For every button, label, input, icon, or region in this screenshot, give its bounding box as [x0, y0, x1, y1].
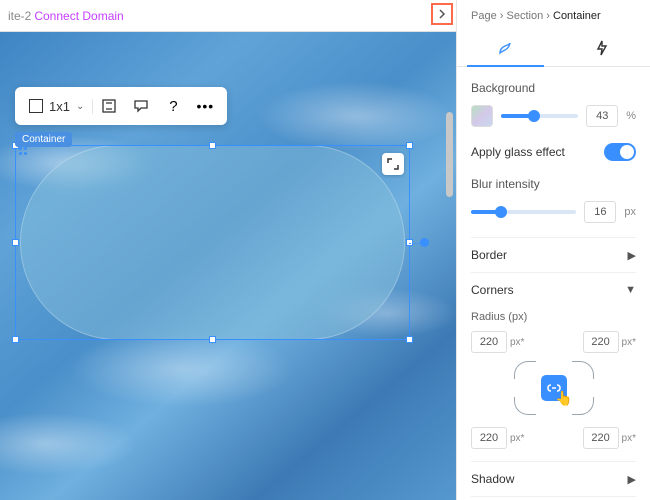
chevron-right-icon: ▶ [628, 473, 636, 486]
canvas-area: ite-2 Connect Domain 1x1 ⌄ ? ••• Contain… [0, 0, 456, 500]
link-corners-button[interactable] [541, 375, 567, 401]
resize-handle-ml[interactable] [12, 239, 19, 246]
corner-br-input[interactable] [583, 427, 619, 449]
blur-unit: px [624, 206, 636, 218]
chevron-down-icon: ▼ [625, 284, 636, 296]
panel-collapse-toggle[interactable] [431, 3, 453, 25]
chevron-down-icon: ⌄ [76, 101, 84, 112]
radius-label: Radius (px) [471, 311, 636, 323]
element-toolbar: 1x1 ⌄ ? ••• [15, 87, 227, 125]
site-label: ite-2 [8, 9, 31, 23]
corners-section[interactable]: Corners▼ [471, 272, 636, 307]
comment-button[interactable] [125, 92, 157, 120]
corner-tl-input[interactable] [471, 331, 507, 353]
shadow-section[interactable]: Shadow▶ [471, 461, 636, 496]
expand-button[interactable] [382, 153, 404, 175]
background-label: Background [471, 81, 636, 95]
resize-handle-br[interactable] [406, 336, 413, 343]
crumb-container[interactable]: Container [553, 10, 601, 22]
opacity-slider[interactable] [501, 114, 578, 118]
tab-interactions[interactable] [554, 30, 650, 66]
design-panel: Page › Section › Container Background % … [456, 0, 650, 500]
crumb-page[interactable]: Page [471, 10, 497, 22]
crumb-section[interactable]: Section [507, 10, 544, 22]
blur-input[interactable] [584, 201, 616, 223]
opacity-unit: % [626, 110, 636, 122]
glass-toggle[interactable] [604, 143, 636, 161]
resize-handle-tr[interactable] [406, 142, 413, 149]
more-button[interactable]: ••• [189, 92, 221, 120]
corner-preview: 👆 [514, 361, 594, 415]
drag-handle[interactable] [19, 147, 35, 163]
connect-domain-link[interactable]: Connect Domain [34, 9, 123, 23]
chevron-right-icon: ▶ [628, 249, 636, 262]
corner-bl-input[interactable] [471, 427, 507, 449]
border-section[interactable]: Border▶ [471, 237, 636, 272]
tab-design[interactable] [457, 30, 554, 66]
background-swatch[interactable] [471, 105, 493, 127]
resize-handle-bl[interactable] [12, 336, 19, 343]
layout-icon [29, 99, 43, 113]
stretch-button[interactable] [93, 92, 125, 120]
panel-tabs [457, 30, 650, 67]
top-bar: ite-2 Connect Domain [0, 0, 456, 32]
layout-text: 1x1 [49, 99, 70, 114]
resize-handle-tc[interactable] [209, 142, 216, 149]
container-badge[interactable]: Container [15, 132, 72, 147]
corner-tr-input[interactable] [583, 331, 619, 353]
opacity-input[interactable] [586, 105, 618, 127]
blur-slider[interactable] [471, 210, 576, 214]
layout-section[interactable]: Layout▼ [471, 496, 636, 500]
selection-outline [15, 145, 410, 340]
scrollbar[interactable] [446, 112, 453, 197]
help-button[interactable]: ? [157, 92, 189, 120]
blur-label: Blur intensity [471, 177, 636, 191]
breadcrumb: Page › Section › Container [457, 0, 650, 30]
glass-label: Apply glass effect [471, 145, 565, 159]
width-handle[interactable] [420, 238, 429, 247]
panel-body: Background % Apply glass effect Blur int… [457, 67, 650, 500]
resize-handle-bc[interactable] [209, 336, 216, 343]
canvas[interactable]: 1x1 ⌄ ? ••• Container [0, 32, 456, 500]
layout-selector[interactable]: 1x1 ⌄ [21, 99, 93, 114]
